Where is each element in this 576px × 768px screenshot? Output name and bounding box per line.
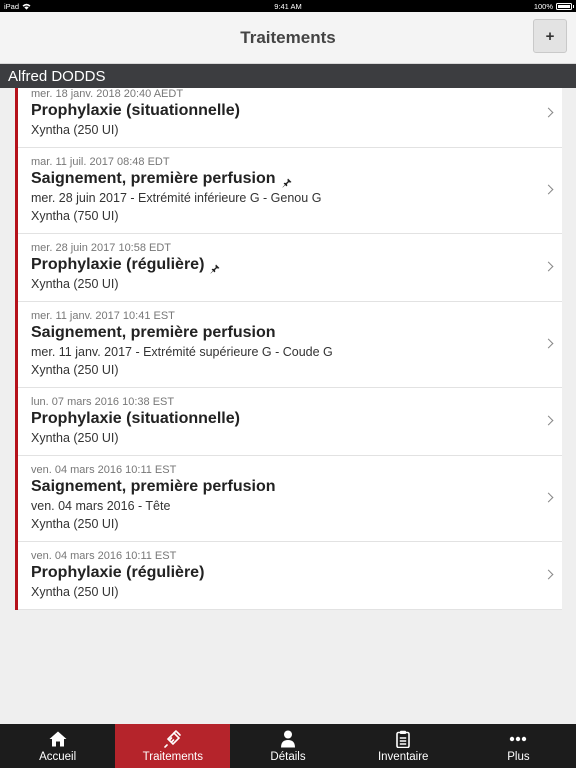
tab-label: Détails	[270, 751, 306, 763]
status-right: 100%	[533, 1, 574, 11]
chevron-right-icon	[543, 492, 554, 502]
clipboard-icon	[393, 730, 413, 748]
treatment-title: Saignement, première perfusion	[31, 478, 276, 495]
page-title: Traitements	[240, 28, 336, 47]
status-left: iPad	[4, 1, 31, 11]
chevron-right-icon	[543, 107, 554, 117]
treatment-row[interactable]: mar. 11 juil. 2017 08:48 EDT Saignement, …	[18, 148, 562, 234]
chevron-right-icon	[543, 261, 554, 271]
tab-label: Inventaire	[377, 751, 429, 763]
treatment-detail: mer. 28 juin 2017 - Extrémité inférieure…	[31, 191, 322, 205]
treatment-title-line: Saignement, première perfusion	[31, 323, 534, 343]
treatment-title-line: Prophylaxie (régulière)	[31, 563, 534, 583]
treatment-list-viewport[interactable]: mer. 18 janv. 2018 20:40 AEDT Prophylaxie…	[0, 88, 576, 724]
treatment-row[interactable]: mer. 11 janv. 2017 10:41 EST Saignement, …	[18, 302, 562, 388]
battery-fill	[558, 4, 570, 8]
treatment-date: ven. 04 mars 2016 10:11 EST	[31, 550, 177, 562]
treatment-product: Xyntha (250 UI)	[31, 431, 119, 445]
treatment-product: Xyntha (750 UI)	[31, 209, 119, 223]
tab-label: Plus	[507, 751, 530, 763]
treatment-title: Saignement, première perfusion	[31, 170, 276, 187]
treatment-row[interactable]: lun. 07 mars 2016 10:38 EST Prophylaxie (…	[18, 388, 562, 456]
device-label: iPad	[4, 1, 20, 11]
home-icon	[48, 730, 68, 748]
status-time: 9:41 AM	[274, 2, 302, 11]
tab-bar: Accueil Traitements Détails Inventaire Plus	[0, 724, 576, 768]
treatment-title-line: Prophylaxie (situationnelle)	[31, 409, 534, 429]
patient-name-bar: Alfred DODDS	[0, 64, 576, 88]
patient-name: Alfred DODDS	[8, 67, 106, 85]
treatment-row[interactable]: ven. 04 mars 2016 10:11 EST Prophylaxie (…	[18, 542, 562, 610]
treatment-row[interactable]: ven. 04 mars 2016 10:11 EST Saignement, p…	[18, 456, 562, 542]
person-icon	[278, 730, 298, 748]
treatment-title: Prophylaxie (situationnelle)	[31, 102, 240, 119]
tab-more[interactable]: Plus	[461, 724, 576, 768]
treatment-date: mer. 28 juin 2017 10:58 EDT	[31, 242, 172, 254]
treatment-title: Prophylaxie (situationnelle)	[31, 410, 240, 427]
tab-label: Accueil	[39, 751, 77, 763]
treatment-title-line: Saignement, première perfusion	[31, 477, 534, 497]
treatment-title-line: Prophylaxie (régulière)	[31, 255, 534, 275]
pin-icon	[210, 260, 220, 274]
treatment-list: mer. 18 janv. 2018 20:40 AEDT Prophylaxie…	[15, 88, 562, 610]
more-icon	[508, 730, 528, 748]
tab-person[interactable]: Détails	[230, 724, 345, 768]
treatment-product: Xyntha (250 UI)	[31, 517, 119, 531]
treatment-title-line: Prophylaxie (situationnelle)	[31, 101, 534, 121]
treatment-title-line: Saignement, première perfusion	[31, 169, 534, 189]
add-treatment-button[interactable]: +	[533, 19, 567, 53]
tab-syringe[interactable]: Traitements	[115, 724, 231, 768]
treatment-detail: ven. 04 mars 2016 - Tête	[31, 499, 171, 513]
wifi-icon	[22, 3, 31, 10]
tab-clipboard[interactable]: Inventaire	[346, 724, 461, 768]
syringe-icon	[163, 730, 183, 748]
treatment-date: lun. 07 mars 2016 10:38 EST	[31, 396, 175, 408]
navigation-bar: Traitements +	[0, 12, 576, 64]
treatment-product: Xyntha (250 UI)	[31, 123, 119, 137]
treatment-date: mar. 11 juil. 2017 08:48 EDT	[31, 156, 170, 168]
treatment-row[interactable]: mer. 18 janv. 2018 20:40 AEDT Prophylaxie…	[18, 88, 562, 148]
treatment-product: Xyntha (250 UI)	[31, 363, 119, 377]
treatment-date: mer. 11 janv. 2017 10:41 EST	[31, 310, 175, 322]
battery-icon	[556, 2, 574, 10]
treatment-title: Prophylaxie (régulière)	[31, 564, 205, 581]
treatment-title: Prophylaxie (régulière)	[31, 256, 205, 273]
treatment-row[interactable]: mer. 28 juin 2017 10:58 EDT Prophylaxie (…	[18, 234, 562, 302]
treatment-product: Xyntha (250 UI)	[31, 585, 119, 599]
treatment-title: Saignement, première perfusion	[31, 324, 276, 341]
treatment-detail: mer. 11 janv. 2017 - Extrémité supérieur…	[31, 345, 333, 359]
chevron-right-icon	[543, 338, 554, 348]
treatment-date: ven. 04 mars 2016 10:11 EST	[31, 464, 177, 476]
tab-home[interactable]: Accueil	[0, 724, 115, 768]
chevron-right-icon	[543, 569, 554, 579]
battery-percent: 100%	[533, 1, 553, 11]
treatment-product: Xyntha (250 UI)	[31, 277, 119, 291]
status-bar: iPad 9:41 AM 100%	[0, 0, 576, 12]
chevron-right-icon	[543, 415, 554, 425]
pin-icon	[282, 174, 292, 188]
tab-label: Traitements	[142, 751, 203, 763]
treatment-date: mer. 18 janv. 2018 20:40 AEDT	[31, 88, 184, 100]
chevron-right-icon	[543, 184, 554, 194]
